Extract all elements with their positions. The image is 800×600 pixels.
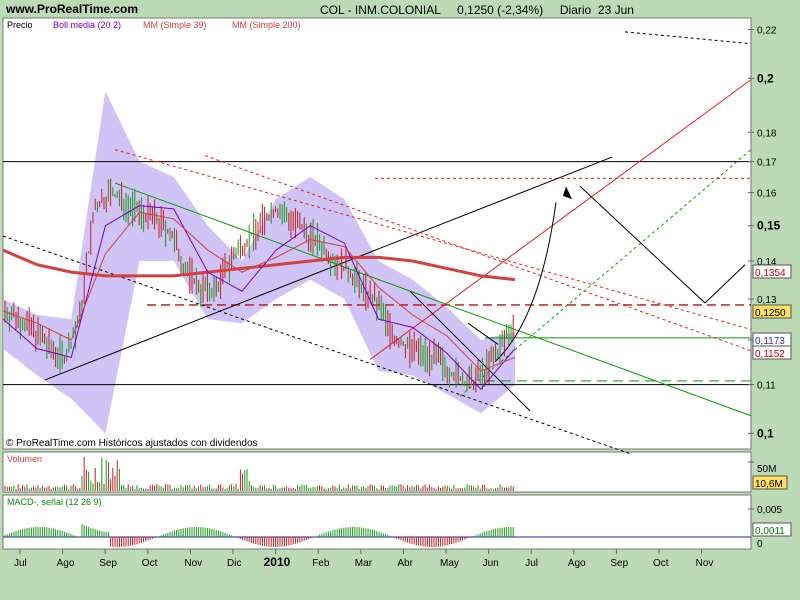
price-tag-label: 0,1152 — [755, 349, 785, 360]
price-tag-label: 0,1354 — [755, 268, 786, 279]
y-tick-label: 0,005 — [757, 505, 782, 516]
price-tag-label: 10,6M — [755, 479, 783, 490]
x-tick-label: Oct — [142, 558, 158, 569]
x-tick-label: Abr — [397, 558, 413, 569]
price-tag-label: 0,1250 — [755, 308, 786, 319]
price-chart[interactable]: Precio Boll media (20 2) MM (Simple 39) … — [0, 0, 800, 600]
x-tick-label: Nov — [184, 558, 202, 569]
copyright-note: © ProRealTime.com Históricos ajustados c… — [6, 438, 258, 449]
y-tick-label: 0,13 — [757, 295, 777, 306]
y-tick-label: 0,16 — [757, 189, 777, 200]
y-tick-label: 0,18 — [757, 128, 777, 139]
y-tick-label: 0,17 — [757, 158, 777, 169]
x-tick-label: Jul — [525, 558, 538, 569]
legend-mm200: MM (Simple 200) — [232, 20, 301, 30]
y-tick-label: 0 — [757, 539, 763, 550]
y-tick-label: 0,11 — [757, 381, 776, 392]
legend-price: Precio — [7, 20, 33, 30]
y-tick-label: 50M — [757, 464, 776, 475]
x-tick-label: 2010 — [264, 555, 291, 569]
y-tick-label: 0,1 — [757, 426, 774, 440]
x-tick-label: Oct — [653, 558, 669, 569]
x-tick-label: Jul — [14, 558, 27, 569]
volume-title: Volumen — [7, 454, 42, 464]
y-tick-label: 0,22 — [757, 26, 777, 37]
x-tick-label: Dic — [227, 558, 241, 569]
price-tag-label: 0,0011 — [755, 526, 785, 537]
x-tick-label: Ago — [568, 558, 586, 569]
macd-title: MACD-, señal (12 26 9) — [7, 497, 102, 507]
x-tick-label: Sep — [610, 558, 628, 569]
x-tick-label: Nov — [696, 558, 714, 569]
x-tick-label: Feb — [312, 558, 330, 569]
price-tag-label: 0,1173 — [755, 336, 785, 347]
y-tick-label: 0,15 — [757, 219, 781, 233]
y-tick-label: 0,2 — [757, 71, 774, 85]
x-tick-label: Jun — [483, 558, 499, 569]
x-tick-label: May — [440, 558, 459, 569]
legend-mm39: MM (Simple 39) — [143, 20, 207, 30]
x-tick-label: Sep — [99, 558, 117, 569]
x-tick-label: Mar — [355, 558, 373, 569]
legend-boll: Boll media (20 2) — [53, 20, 121, 30]
x-tick-label: Ago — [57, 558, 75, 569]
